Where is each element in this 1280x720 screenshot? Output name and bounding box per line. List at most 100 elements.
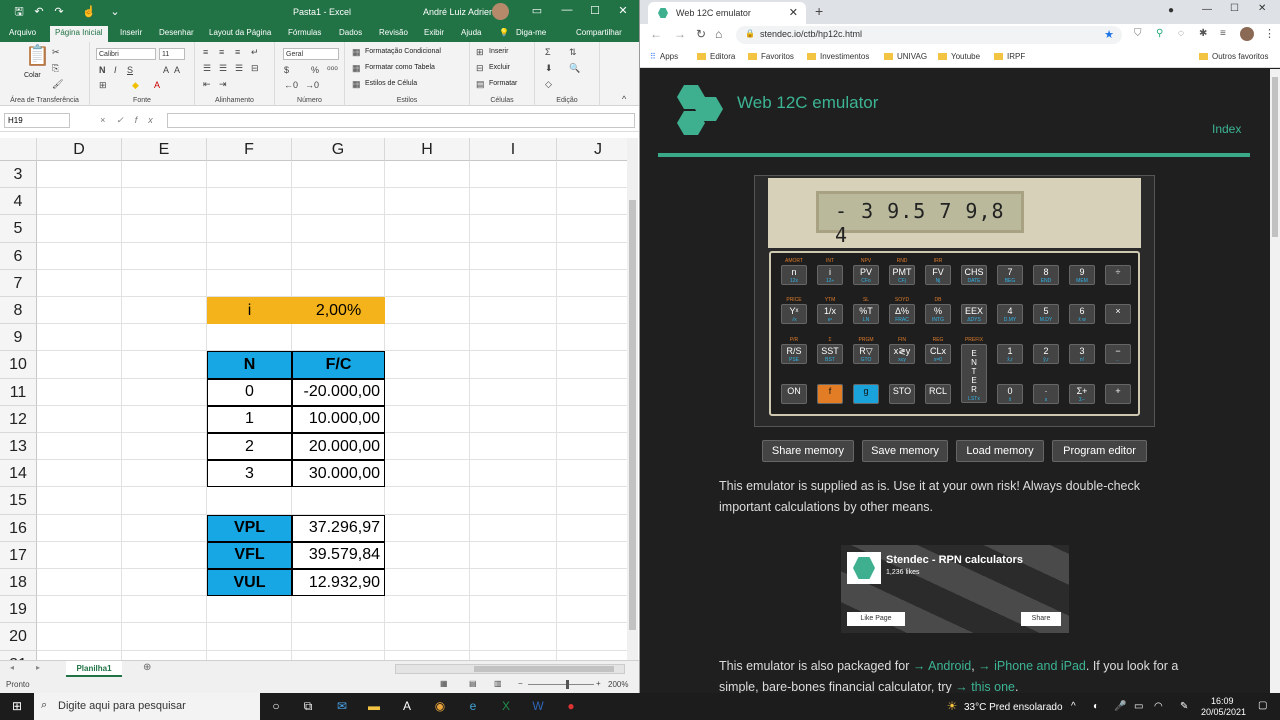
scroll-thumb[interactable]: [629, 200, 636, 630]
calc-key[interactable]: R/S PSE: [781, 344, 807, 364]
browser-tab[interactable]: Web 12C emulator ✕: [648, 2, 806, 24]
tab-formulas[interactable]: Fórmulas: [288, 28, 321, 37]
clock-date[interactable]: 20/05/2021: [1201, 707, 1246, 717]
redo-icon[interactable]: ↷: [52, 5, 66, 19]
tray-app-icon[interactable]: ◐: [1093, 701, 1099, 712]
column-header[interactable]: I: [470, 138, 557, 161]
calc-key[interactable]: 1/x eˣ: [817, 304, 843, 324]
fx-icon[interactable]: ×✓fx: [100, 115, 164, 126]
font-select[interactable]: Calibri: [96, 48, 156, 60]
calc-key[interactable]: i 12÷: [817, 265, 843, 285]
facebook-widget[interactable]: Stendec - RPN calculators 1,236 likes Li…: [841, 545, 1069, 633]
grow-font-icon[interactable]: A: [163, 65, 169, 75]
row-header[interactable]: 19: [0, 596, 37, 624]
calc-key[interactable]: n 12x: [781, 265, 807, 285]
tell-me[interactable]: Diga-me: [516, 28, 546, 37]
calc-key[interactable]: 9 MEM: [1069, 265, 1095, 285]
bookmark-investimentos[interactable]: Investimentos: [807, 52, 869, 61]
calc-key[interactable]: ÷: [1105, 265, 1131, 285]
tab-exibir[interactable]: Exibir: [424, 28, 444, 37]
column-header[interactable]: E: [122, 138, 207, 161]
align-right-icon[interactable]: ☰: [235, 63, 243, 73]
tab-dados[interactable]: Dados: [339, 28, 362, 37]
bookmark-editora[interactable]: Editora: [697, 52, 735, 61]
share-memory-button[interactable]: Share memory: [762, 440, 854, 462]
result-value[interactable]: 39.579,84: [292, 541, 385, 569]
simple-calc-link[interactable]: → this one: [955, 680, 1015, 693]
italic-icon[interactable]: I: [114, 65, 117, 75]
sort-filter-icon[interactable]: ⇅: [569, 47, 577, 57]
undo-icon[interactable]: ↶: [32, 5, 46, 19]
tab-compartilhar[interactable]: Compartilhar: [576, 28, 622, 37]
calc-key[interactable]: STO: [889, 384, 915, 404]
conditional-format-button[interactable]: Formatação Condicional: [365, 48, 441, 55]
row-header[interactable]: 7: [0, 269, 37, 297]
cashflow-cell[interactable]: 10.000,00: [292, 405, 385, 433]
extensions-puzzle-icon[interactable]: ✱: [1199, 28, 1207, 39]
row-header[interactable]: 4: [0, 188, 37, 216]
maximize-icon[interactable]: ☐: [588, 4, 602, 17]
normal-view-icon[interactable]: ▦: [440, 679, 448, 688]
row-header[interactable]: 9: [0, 324, 37, 352]
enter-key[interactable]: E N T E R LSTx: [961, 344, 987, 403]
row-header[interactable]: 8: [0, 297, 37, 325]
tab-ajuda[interactable]: Ajuda: [461, 28, 481, 37]
touch-mode-icon[interactable]: ☝: [82, 5, 96, 19]
calc-key[interactable]: 6 x̄ w: [1069, 304, 1095, 324]
format-painter-icon[interactable]: 🖌: [52, 79, 63, 89]
shrink-font-icon[interactable]: A: [174, 65, 180, 75]
sheet-tab[interactable]: Planilha1: [66, 661, 122, 677]
calc-key[interactable]: 8 END: [1033, 265, 1059, 285]
format-table-button[interactable]: Formatar como Tabela: [365, 64, 435, 71]
row-header[interactable]: 18: [0, 569, 37, 597]
column-header[interactable]: H: [385, 138, 470, 161]
column-header[interactable]: F: [207, 138, 292, 161]
page-scroll-thumb[interactable]: [1272, 77, 1278, 237]
taskbar-search[interactable]: ⌕ Digite aqui para pesquisar: [34, 693, 260, 720]
calc-key[interactable]: Δ% FRAC: [889, 304, 915, 324]
row-header[interactable]: 5: [0, 215, 37, 243]
tab-layout[interactable]: Layout da Página: [209, 28, 271, 37]
close-window-icon[interactable]: ✕: [1258, 3, 1266, 14]
result-value[interactable]: 12.932,90: [292, 569, 385, 597]
calc-key[interactable]: PV CFo: [853, 265, 879, 285]
zoom-slider[interactable]: [528, 684, 594, 685]
edge-icon[interactable]: e: [465, 699, 481, 714]
calc-key[interactable]: % INTG: [925, 304, 951, 324]
extension-icon[interactable]: ◌: [1178, 28, 1184, 39]
calc-key[interactable]: PMT CFj: [889, 265, 915, 285]
calc-key[interactable]: R▽ GTO: [853, 344, 879, 364]
save-icon[interactable]: 🖫: [12, 5, 26, 19]
column-header[interactable]: D: [37, 138, 122, 161]
bookmark-favoritos[interactable]: Favoritos: [748, 52, 794, 61]
pen-icon[interactable]: ✎: [1180, 701, 1188, 712]
calc-key[interactable]: − ←: [1105, 344, 1131, 364]
row-header[interactable]: 16: [0, 514, 37, 542]
excel-taskbar-icon[interactable]: X: [498, 699, 514, 714]
row-header[interactable]: 17: [0, 541, 37, 569]
paste-icon[interactable]: 📋: [25, 46, 50, 66]
currency-icon[interactable]: $: [284, 65, 289, 75]
calc-key[interactable]: 2 ŷ,r: [1033, 344, 1059, 364]
zoom-slider-thumb[interactable]: [566, 680, 569, 689]
lock-icon[interactable]: 🔒: [745, 29, 755, 38]
weather-text[interactable]: 33°C Pred ensolarado: [964, 702, 1063, 713]
reload-icon[interactable]: ↻: [696, 27, 706, 41]
index-link[interactable]: Index: [1212, 122, 1241, 136]
wrap-text-icon[interactable]: ↵: [251, 47, 259, 57]
comma-style-icon[interactable]: ⁰⁰⁰: [327, 65, 338, 75]
bookmark-univag[interactable]: UNIVAG: [884, 52, 927, 61]
calc-key[interactable]: 0 x̄: [997, 384, 1023, 404]
maximize-icon[interactable]: ☐: [1230, 3, 1239, 14]
result-value[interactable]: 37.296,97: [292, 514, 385, 542]
calc-key[interactable]: Yˣ √x: [781, 304, 807, 324]
hscroll-thumb[interactable]: [474, 666, 614, 672]
load-memory-button[interactable]: Load memory: [956, 440, 1044, 462]
percent-icon[interactable]: %: [311, 65, 319, 75]
chrome-icon[interactable]: ◉: [432, 699, 448, 714]
facebook-share-button[interactable]: Share: [1021, 612, 1061, 626]
row-header[interactable]: 14: [0, 460, 37, 488]
extension-pin-icon[interactable]: ⚲: [1156, 28, 1163, 39]
home-icon[interactable]: ⌂: [715, 27, 722, 41]
zoom-level[interactable]: 200%: [608, 680, 628, 689]
